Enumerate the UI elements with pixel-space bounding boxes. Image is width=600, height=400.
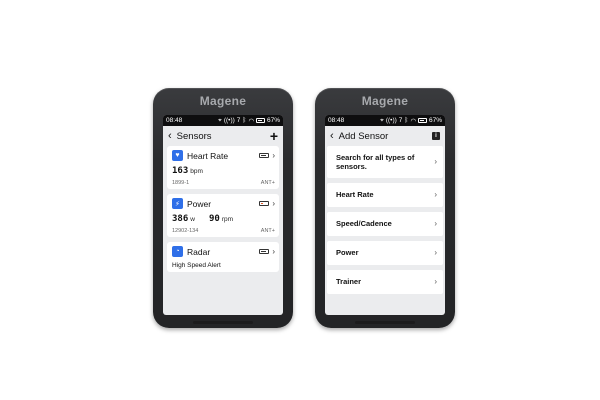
sensor-card-radar[interactable]: ◔ Radar › High Speed Alert [167, 242, 279, 272]
signal-icon: ((•)) [223, 117, 235, 124]
reading-unit: w [190, 216, 195, 223]
radar-icon: ◔ [172, 246, 183, 257]
list-item-label: Power [336, 248, 359, 258]
sensor-card-heart-rate[interactable]: ♥ Heart Rate › 163 bpm 1899-1 ANT+ [167, 146, 279, 189]
sensor-protocol: ANT+ [260, 180, 275, 186]
list-item-label: Search for all types of sensors. [336, 152, 415, 171]
brand-logo: Magene [361, 94, 409, 108]
bluetooth-icon: ᛒ [404, 117, 409, 124]
battery-icon [259, 249, 270, 254]
reading-unit: bpm [190, 168, 203, 175]
sensors-screen: 08:48 ⌖ ((•)) 7 ᛒ ◠ 67% ‹ Sensors + ♥ He… [163, 115, 283, 315]
list-item-label: Trainer [336, 277, 362, 287]
status-time: 08:48 [328, 117, 345, 124]
battery-icon [259, 153, 270, 158]
chevron-right-icon: › [272, 198, 275, 208]
reading-value: 386 [172, 214, 189, 224]
status-bar: 08:48 ⌖ ((•)) 7 ᛒ ◠ 67% [163, 115, 283, 126]
chevron-right-icon: › [434, 219, 437, 228]
back-icon[interactable]: ‹ [168, 130, 172, 142]
signal-count: 7 [398, 117, 403, 124]
battery-low-icon [259, 201, 270, 206]
list-item-trainer[interactable]: Trainer › [327, 270, 443, 294]
header: ‹ Add Sensor i [325, 126, 445, 146]
status-battery: 67% [428, 117, 442, 124]
battery-icon [417, 118, 427, 123]
sensor-name: Heart Rate [187, 150, 229, 161]
list-item-label: Heart Rate [336, 190, 374, 200]
signal-count: 7 [236, 117, 241, 124]
chevron-right-icon: › [272, 150, 275, 160]
header: ‹ Sensors + [163, 126, 283, 146]
plus-icon[interactable]: + [270, 129, 278, 143]
chevron-right-icon: › [434, 277, 437, 286]
chevron-right-icon: › [434, 157, 437, 166]
reading-value: 90 [208, 214, 220, 224]
page-title: Sensors [176, 130, 212, 142]
reading-unit: rpm [221, 216, 234, 223]
sensor-protocol: ANT+ [260, 228, 275, 234]
list-item-power[interactable]: Power › [327, 241, 443, 265]
heart-icon: ♥ [172, 150, 183, 161]
chevron-right-icon: › [272, 246, 275, 256]
sensor-name: Radar [187, 246, 211, 257]
device-right: Magene 08:48 ⌖ ((•)) 7 ᛒ ◠ 67% ‹ Add Sen… [315, 88, 455, 328]
add-sensor-screen: 08:48 ⌖ ((•)) 7 ᛒ ◠ 67% ‹ Add Sensor i S… [325, 115, 445, 315]
page-title: Add Sensor [338, 130, 389, 142]
chevron-right-icon: › [434, 248, 437, 257]
back-icon[interactable]: ‹ [330, 130, 334, 142]
sensor-card-power[interactable]: ⚡ Power › 386 w 90 rpm 12902-134 ANT+ [167, 194, 279, 237]
status-time: 08:48 [166, 117, 183, 124]
sensor-name: Power [187, 198, 212, 209]
sensor-id: 1899-1 [172, 180, 190, 186]
wifi-icon: ◠ [248, 117, 254, 125]
list-item-label: Speed/Cadence [336, 219, 392, 229]
status-bar: 08:48 ⌖ ((•)) 7 ᛒ ◠ 67% [325, 115, 445, 126]
signal-icon: ((•)) [385, 117, 397, 124]
power-icon: ⚡ [172, 198, 183, 209]
list-item-search-all[interactable]: Search for all types of sensors. › [327, 146, 443, 178]
wifi-icon: ◠ [410, 117, 416, 125]
radar-alert: High Speed Alert [172, 262, 221, 269]
status-battery: 67% [266, 117, 280, 124]
chevron-right-icon: › [434, 190, 437, 199]
reading-value: 163 [172, 166, 189, 176]
info-icon[interactable]: i [432, 132, 440, 140]
list-item-heart-rate[interactable]: Heart Rate › [327, 183, 443, 207]
bluetooth-icon: ᛒ [242, 117, 247, 124]
list-item-speed-cadence[interactable]: Speed/Cadence › [327, 212, 443, 236]
battery-icon [255, 118, 265, 123]
location-icon: ⌖ [218, 116, 222, 124]
sensor-id: 12902-134 [172, 228, 199, 234]
brand-logo: Magene [199, 94, 247, 108]
device-left: Magene 08:48 ⌖ ((•)) 7 ᛒ ◠ 67% ‹ Sensors… [153, 88, 293, 328]
location-icon: ⌖ [380, 116, 384, 124]
